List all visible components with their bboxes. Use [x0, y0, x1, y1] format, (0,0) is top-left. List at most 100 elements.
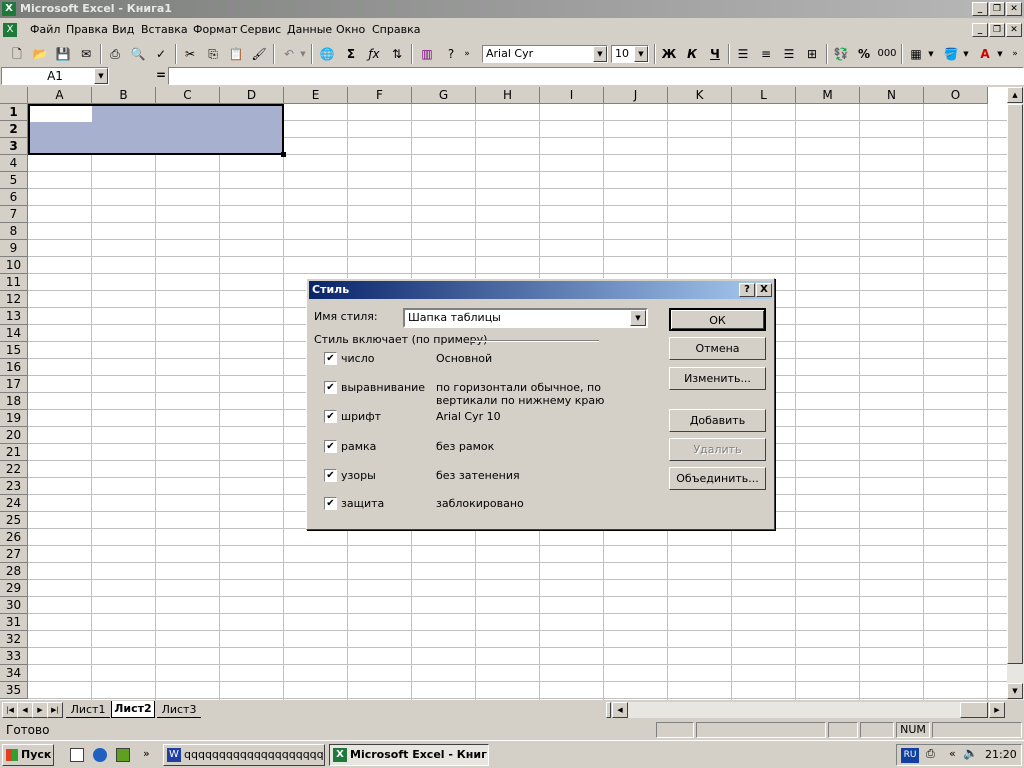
- quicklaunch-ie-icon[interactable]: [93, 748, 107, 762]
- row-header[interactable]: 27: [0, 546, 28, 563]
- checkbox-font-label[interactable]: шрифт: [341, 410, 381, 423]
- checkbox-border[interactable]: ✔: [324, 440, 337, 453]
- row-header[interactable]: 2: [0, 121, 28, 138]
- italic-button[interactable]: К: [681, 44, 703, 64]
- checkbox-font[interactable]: ✔: [324, 410, 337, 423]
- format-painter-icon[interactable]: 🖌: [248, 44, 270, 64]
- help-button[interactable]: ?: [739, 283, 755, 297]
- menu-file[interactable]: Файл: [30, 23, 60, 36]
- row-header[interactable]: 24: [0, 495, 28, 512]
- column-header[interactable]: E: [284, 87, 348, 104]
- fill-color-icon[interactable]: 🪣: [940, 44, 962, 64]
- column-header[interactable]: I: [540, 87, 604, 104]
- scroll-down-icon[interactable]: ▼: [1007, 683, 1023, 699]
- print-preview-icon[interactable]: 🔍: [127, 44, 149, 64]
- row-header[interactable]: 3: [0, 138, 28, 155]
- doc-minimize-button[interactable]: _: [972, 23, 988, 37]
- delete-button[interactable]: Удалить: [669, 438, 766, 461]
- new-icon[interactable]: 🗋: [6, 44, 28, 64]
- borders-dropdown-icon[interactable]: ▼: [926, 44, 936, 64]
- ok-button[interactable]: ОК: [669, 308, 766, 331]
- office-assistant-icon[interactable]: ?: [440, 44, 462, 64]
- checkbox-border-label[interactable]: рамка: [341, 440, 376, 453]
- style-name-combo[interactable]: Шапка таблицы ▼: [403, 308, 648, 328]
- fill-handle[interactable]: [281, 152, 286, 157]
- scroll-right-icon[interactable]: ▶: [989, 702, 1005, 718]
- column-header[interactable]: A: [28, 87, 92, 104]
- prev-sheet-icon[interactable]: ◀: [17, 702, 33, 718]
- column-header[interactable]: G: [412, 87, 476, 104]
- chevron-down-icon[interactable]: ▼: [593, 46, 607, 62]
- row-header[interactable]: 16: [0, 359, 28, 376]
- last-sheet-icon[interactable]: ▶|: [47, 702, 63, 718]
- hyperlink-icon[interactable]: 🌐: [316, 44, 338, 64]
- menu-insert[interactable]: Вставка: [141, 23, 188, 36]
- merge-center-icon[interactable]: ⊞: [801, 44, 823, 64]
- chevron-down-icon[interactable]: ▼: [634, 46, 648, 62]
- cancel-button[interactable]: Отмена: [669, 337, 766, 360]
- checkbox-alignment[interactable]: ✔: [324, 381, 337, 394]
- sheet-tab-active[interactable]: Лист2: [111, 701, 155, 718]
- menu-view[interactable]: Вид: [112, 23, 134, 36]
- row-header[interactable]: 7: [0, 206, 28, 223]
- font-color-icon[interactable]: A: [974, 44, 996, 64]
- align-right-icon[interactable]: ☰: [778, 44, 800, 64]
- checkbox-protection[interactable]: ✔: [324, 497, 337, 510]
- fill-color-dropdown-icon[interactable]: ▼: [961, 44, 971, 64]
- undo-dropdown-icon[interactable]: ▼: [298, 44, 308, 64]
- row-header[interactable]: 33: [0, 648, 28, 665]
- font-color-dropdown-icon[interactable]: ▼: [995, 44, 1005, 64]
- checkbox-protection-label[interactable]: защита: [341, 497, 384, 510]
- toolbar-options-icon[interactable]: »: [1010, 44, 1020, 64]
- vertical-scrollbar[interactable]: ▲ ▼: [1007, 87, 1024, 700]
- cut-icon[interactable]: ✂: [179, 44, 201, 64]
- select-all-corner[interactable]: [0, 87, 28, 104]
- column-header[interactable]: N: [860, 87, 924, 104]
- taskbar-task-word[interactable]: W qqqqqqqqqqqqqqqqqqqq...: [163, 744, 325, 766]
- sheet-tab[interactable]: Лист1: [66, 702, 110, 718]
- doc-close-button[interactable]: ✕: [1006, 23, 1022, 37]
- tray-volume-icon[interactable]: 🔈: [963, 746, 978, 760]
- language-indicator[interactable]: RU: [901, 748, 919, 763]
- chevron-down-icon[interactable]: ▼: [630, 310, 646, 326]
- row-header[interactable]: 1: [0, 104, 28, 121]
- hscroll-track[interactable]: [628, 702, 988, 718]
- undo-icon[interactable]: ↶: [278, 44, 300, 64]
- font-name-select[interactable]: Arial Cyr ▼: [482, 45, 608, 63]
- percent-button[interactable]: %: [853, 44, 875, 64]
- thousands-button[interactable]: 000: [876, 44, 898, 64]
- align-left-icon[interactable]: ☰: [732, 44, 754, 64]
- menu-edit[interactable]: Правка: [66, 23, 108, 36]
- checkbox-number[interactable]: ✔: [324, 352, 337, 365]
- print-icon[interactable]: ⎙: [104, 44, 126, 64]
- open-icon[interactable]: 📂: [29, 44, 51, 64]
- row-header[interactable]: 20: [0, 427, 28, 444]
- minimize-button[interactable]: _: [972, 2, 988, 16]
- column-header[interactable]: B: [92, 87, 156, 104]
- row-header[interactable]: 14: [0, 325, 28, 342]
- bold-button[interactable]: Ж: [658, 44, 680, 64]
- row-header[interactable]: 10: [0, 257, 28, 274]
- font-size-select[interactable]: 10 ▼: [611, 45, 649, 63]
- column-header[interactable]: H: [476, 87, 540, 104]
- row-header[interactable]: 19: [0, 410, 28, 427]
- row-header[interactable]: 15: [0, 342, 28, 359]
- menu-data[interactable]: Данные: [287, 23, 332, 36]
- row-header[interactable]: 25: [0, 512, 28, 529]
- column-header[interactable]: C: [156, 87, 220, 104]
- menu-window[interactable]: Окно: [336, 23, 365, 36]
- hscroll-thumb[interactable]: [960, 702, 988, 718]
- row-header[interactable]: 31: [0, 614, 28, 631]
- mail-icon[interactable]: ✉: [75, 44, 97, 64]
- row-header[interactable]: 6: [0, 189, 28, 206]
- column-header[interactable]: F: [348, 87, 412, 104]
- underline-button[interactable]: Ч: [704, 44, 726, 64]
- doc-restore-button[interactable]: ❐: [989, 23, 1005, 37]
- row-header[interactable]: 23: [0, 478, 28, 495]
- spelling-icon[interactable]: ✓: [150, 44, 172, 64]
- tray-chevron[interactable]: «: [949, 747, 956, 760]
- scroll-up-icon[interactable]: ▲: [1007, 87, 1023, 103]
- row-header[interactable]: 13: [0, 308, 28, 325]
- row-header[interactable]: 34: [0, 665, 28, 682]
- chevron-down-icon[interactable]: ▼: [94, 68, 108, 84]
